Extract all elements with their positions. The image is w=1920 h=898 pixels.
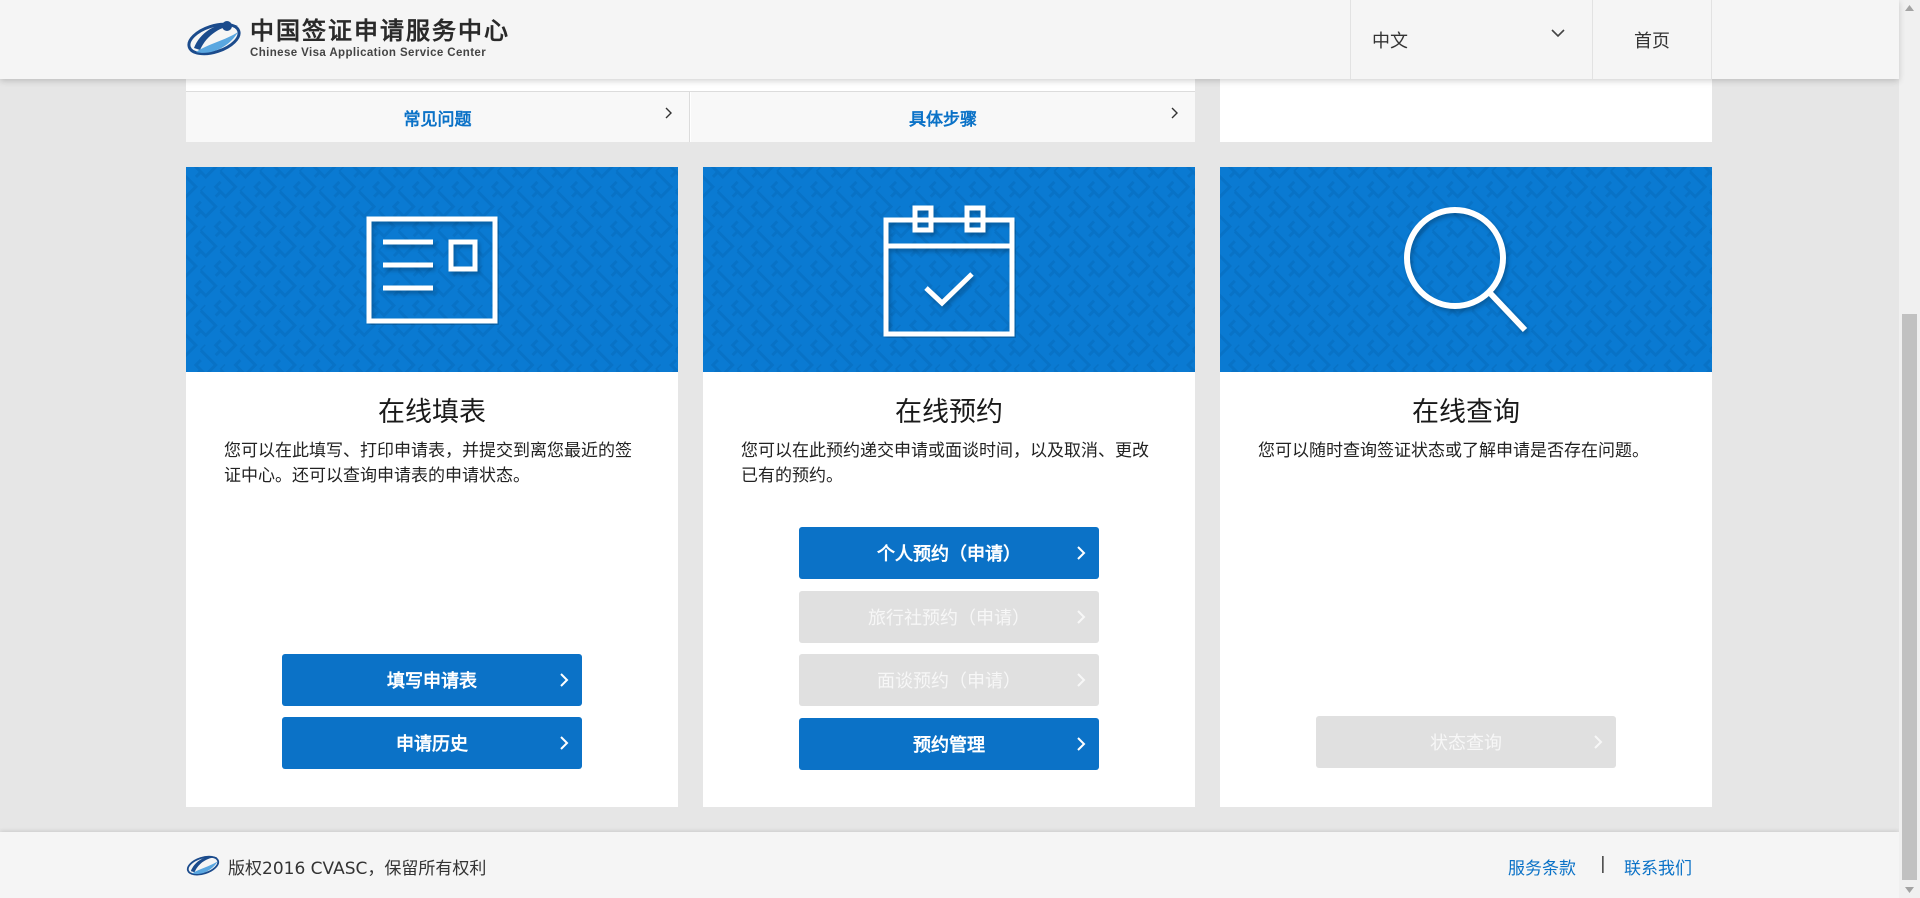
card-banner	[1220, 167, 1712, 372]
chevron-right-icon	[1077, 737, 1086, 751]
faq-link[interactable]: 常见问题	[186, 92, 690, 142]
home-link[interactable]: 首页	[1593, 0, 1712, 79]
card-banner	[703, 167, 1195, 372]
scrollbar-thumb[interactable]	[1902, 314, 1917, 880]
button-label: 个人预约（申请）	[877, 544, 1021, 565]
cvasc-logo-icon	[187, 21, 241, 56]
footer-separator: |	[1600, 854, 1606, 874]
application-form-icon	[366, 216, 498, 323]
online-form-card: 在线填表 您可以在此填写、打印申请表，并提交到离您最近的签证中心。还可以查询申请…	[186, 167, 678, 807]
online-query-card: 在线查询 您可以随时查询签证状态或了解申请是否存在问题。 状态查询	[1220, 167, 1712, 807]
search-icon	[1404, 206, 1528, 332]
card-description: 您可以随时查询签证状态或了解申请是否存在问题。	[1258, 441, 1649, 461]
top-right-panel	[1220, 79, 1712, 142]
card-title: 在线填表	[378, 397, 486, 428]
scroll-up-arrow-icon[interactable]	[1904, 4, 1915, 12]
card-banner	[186, 167, 678, 372]
site-footer: 版权2016 CVASC，保留所有权利 服务条款 | 联系我们	[0, 832, 1899, 898]
contact-us-link[interactable]: 联系我们	[1624, 854, 1692, 879]
application-history-button[interactable]: 申请历史	[282, 717, 582, 769]
cvasc-logo-icon	[186, 855, 220, 876]
chevron-right-icon	[1077, 546, 1086, 560]
chevron-down-icon	[1551, 29, 1565, 38]
copyright-text: 版权2016 CVASC，保留所有权利	[228, 859, 487, 879]
button-label: 填写申请表	[387, 671, 477, 692]
chevron-right-icon	[560, 736, 569, 750]
button-label: 状态查询	[1430, 733, 1502, 754]
calendar-check-icon	[883, 205, 1015, 336]
logo-english-text: Chinese Visa Application Service Center	[250, 47, 487, 59]
chevron-right-icon	[560, 673, 569, 687]
travel-agency-appointment-button[interactable]: 旅行社预约（申请）	[799, 591, 1099, 643]
interview-appointment-button[interactable]: 面谈预约（申请）	[799, 654, 1099, 706]
terms-of-service-link[interactable]: 服务条款	[1508, 854, 1576, 879]
logo-chinese-text: 中国签证申请服务中心	[250, 16, 510, 45]
steps-link[interactable]: 具体步骤	[691, 92, 1195, 142]
button-label: 旅行社预约（申请）	[868, 608, 1030, 629]
card-title: 在线查询	[1412, 397, 1520, 428]
button-label: 面谈预约（申请）	[877, 671, 1021, 692]
scroll-down-arrow-icon[interactable]	[1904, 886, 1915, 894]
quick-links-strip: 常见问题 具体步骤	[186, 79, 1195, 142]
online-appointment-card: 在线预约 您可以在此预约递交申请或面谈时间，以及取消、更改已有的预约。 个人预约…	[703, 167, 1195, 807]
button-label: 申请历史	[396, 734, 468, 755]
site-header: 中国签证申请服务中心 Chinese Visa Application Serv…	[0, 0, 1899, 79]
button-label: 预约管理	[913, 735, 985, 756]
site-logo[interactable]: 中国签证申请服务中心 Chinese Visa Application Serv…	[186, 14, 510, 62]
vertical-scrollbar[interactable]	[1899, 0, 1920, 898]
chevron-right-icon	[1077, 610, 1086, 624]
status-query-button[interactable]: 状态查询	[1316, 716, 1616, 768]
chevron-right-icon	[1594, 735, 1603, 749]
personal-appointment-button[interactable]: 个人预约（申请）	[799, 527, 1099, 579]
chevron-right-icon	[1171, 107, 1178, 119]
language-selector[interactable]: 中文	[1350, 0, 1593, 79]
card-description: 您可以在此预约递交申请或面谈时间，以及取消、更改已有的预约。	[741, 441, 1149, 486]
steps-link-label: 具体步骤	[909, 109, 977, 130]
card-description: 您可以在此填写、打印申请表，并提交到离您最近的签证中心。还可以查询申请表的申请状…	[224, 441, 632, 486]
chevron-right-icon	[1077, 673, 1086, 687]
language-label: 中文	[1372, 30, 1408, 52]
card-title: 在线预约	[895, 397, 1003, 428]
fill-application-button[interactable]: 填写申请表	[282, 654, 582, 706]
faq-link-label: 常见问题	[403, 109, 472, 130]
chevron-right-icon	[665, 107, 672, 119]
manage-appointment-button[interactable]: 预约管理	[799, 718, 1099, 770]
